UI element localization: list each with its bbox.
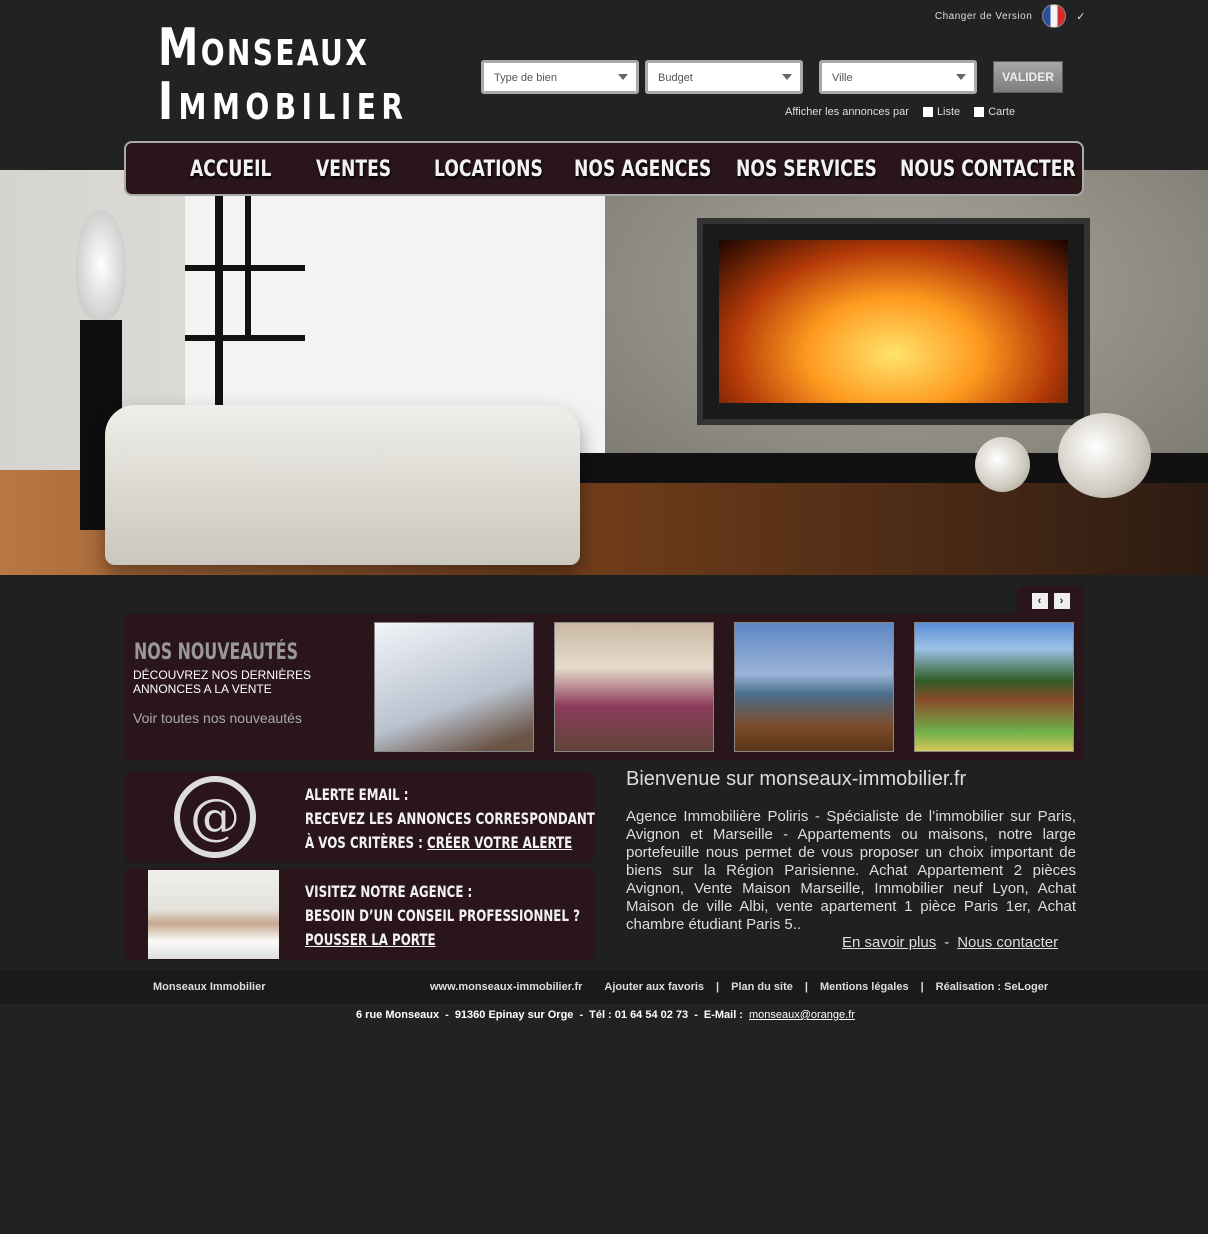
welcome-title: Bienvenue sur monseaux-immobilier.fr [626, 768, 967, 790]
email-alert-promo: @ ALERTE EMAIL : RECEVEZ LES ANNONCES CO… [124, 771, 595, 863]
footer-brand: Monseaux Immobilier [153, 981, 266, 993]
map-checkbox[interactable] [974, 107, 985, 117]
dropdown-arrow-icon [618, 74, 628, 80]
create-alert-link[interactable]: CRÉER VOTRE ALERTE [427, 833, 572, 852]
footer-address: 6 rue Monseaux - 91360 Epinay sur Orge -… [356, 1009, 855, 1021]
decor-ball [975, 437, 1030, 492]
footer-link-favorites[interactable]: Ajouter aux favoris [604, 981, 704, 993]
see-all-new-listings-link[interactable]: Voir toutes nos nouveautés [133, 710, 302, 726]
nav-nos-services[interactable]: NOS SERVICES [736, 157, 877, 182]
at-sign-icon: @ [174, 776, 256, 858]
footer-link-sitemap[interactable]: Plan du site [731, 981, 793, 993]
fire-icon [719, 240, 1068, 403]
dropdown-arrow-icon [956, 74, 966, 80]
email-alert-text: ALERTE EMAIL : RECEVEZ LES ANNONCES CORR… [305, 785, 595, 852]
list-view-option[interactable]: Liste [922, 106, 960, 118]
hero-banner [0, 170, 1208, 575]
list-checkbox[interactable] [922, 107, 933, 117]
footer-link-legal[interactable]: Mentions légales [820, 981, 909, 993]
listing-thumbnail[interactable] [734, 622, 894, 752]
listing-thumbnail[interactable] [554, 622, 714, 752]
footer-links: www.monseaux-immobilier.fr Ajouter aux f… [430, 981, 1049, 993]
version-switcher[interactable]: Changer de Version ✓ [935, 4, 1086, 28]
new-listings-section: NOS NOUVEAUTÉS DÉCOUVREZ NOS DERNIÈRES A… [124, 614, 1084, 760]
validate-button[interactable]: VALIDER [993, 61, 1063, 93]
display-options: Afficher les annonces par Liste Carte [785, 106, 1015, 118]
agency-team-photo [148, 870, 279, 959]
nav-locations[interactable]: LOCATIONS [434, 157, 543, 182]
listing-thumbnail[interactable] [374, 622, 534, 752]
learn-more-link[interactable]: En savoir plus [842, 934, 936, 951]
listing-thumbnail[interactable] [914, 622, 1074, 752]
logo-line-2: IMMOBILIER [158, 72, 409, 132]
welcome-links: En savoir plus - Nous contacter [842, 934, 1059, 951]
chevron-down-icon[interactable]: ✓ [1076, 10, 1086, 23]
nav-accueil[interactable]: ACCUEIL [190, 157, 271, 182]
property-search-form: Type de bien Budget Ville VALIDER [481, 60, 1063, 94]
property-type-select[interactable]: Type de bien [481, 60, 639, 94]
nav-nous-contacter[interactable]: NOUS CONTACTER [900, 157, 1076, 182]
chevron-right-icon[interactable]: › [1053, 593, 1070, 609]
hero-sculpture [76, 210, 126, 320]
nav-ventes[interactable]: VENTES [316, 157, 391, 182]
visit-agency-text: VISITEZ NOTRE AGENCE : BESOIN D’UN CONSE… [305, 882, 580, 949]
logo-line-1: MONSEAUX [158, 18, 370, 78]
new-listings-title: NOS NOUVEAUTÉS [134, 640, 298, 665]
version-label: Changer de Version [934, 10, 1033, 22]
budget-select[interactable]: Budget [645, 60, 803, 94]
visit-agency-promo: VISITEZ NOTRE AGENCE : BESOIN D’UN CONSE… [124, 868, 595, 960]
footer-email-link[interactable]: monseaux@orange.fr [749, 1009, 855, 1021]
hero-fireplace [697, 218, 1090, 425]
france-flag-icon[interactable] [1042, 4, 1067, 28]
dropdown-arrow-icon [782, 74, 792, 80]
visit-agency-link[interactable]: POUSSER LA PORTE [305, 930, 436, 949]
nav-nos-agences[interactable]: NOS AGENCES [574, 157, 711, 182]
city-select[interactable]: Ville [819, 60, 977, 94]
welcome-body: Agence Immobilière Poliris - Spécialiste… [626, 808, 1076, 933]
display-options-label: Afficher les annonces par [785, 106, 909, 118]
chevron-left-icon[interactable]: ‹ [1031, 593, 1048, 609]
contact-us-link[interactable]: Nous contacter [957, 934, 1058, 951]
hero-sofa [105, 405, 580, 565]
main-navigation: ACCUEIL VENTES LOCATIONS NOS AGENCES NOS… [124, 141, 1084, 196]
carousel-controls: ‹ › [1017, 586, 1084, 616]
site-logo[interactable]: MONSEAUX IMMOBILIER [158, 22, 479, 128]
new-listings-subtitle: DÉCOUVREZ NOS DERNIÈRES ANNONCES A LA VE… [133, 668, 312, 696]
footer-link-credit[interactable]: Réalisation : SeLoger [936, 981, 1048, 993]
decor-ball [1058, 413, 1151, 498]
map-view-option[interactable]: Carte [974, 106, 1015, 118]
footer-link-website[interactable]: www.monseaux-immobilier.fr [430, 981, 582, 993]
